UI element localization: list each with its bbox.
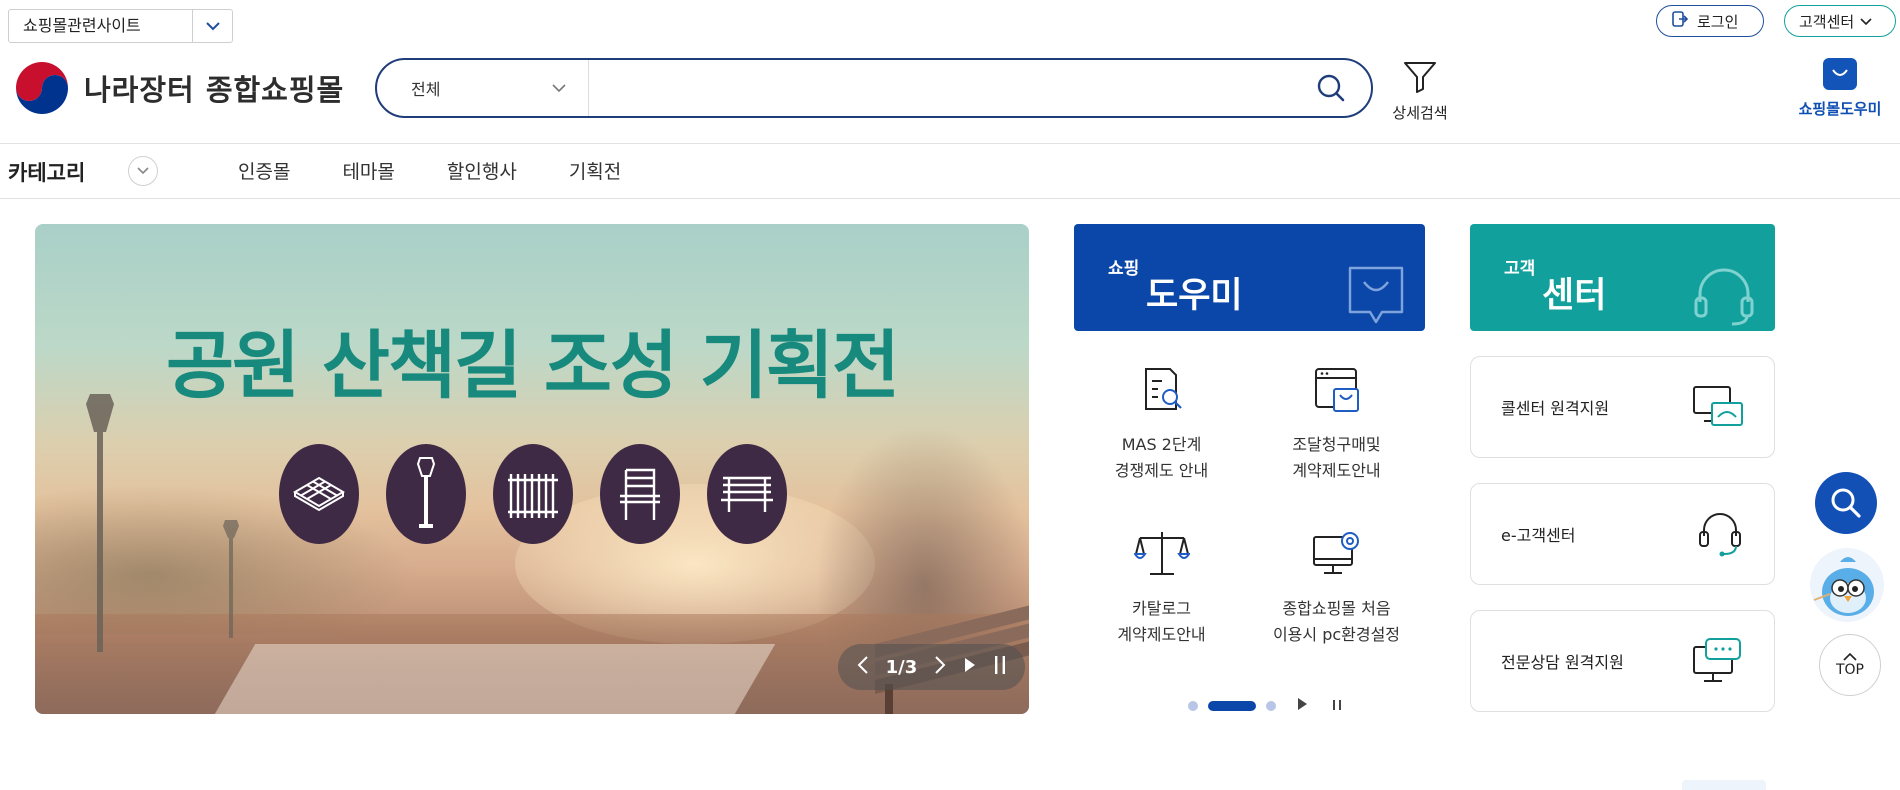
- helper-big-label: 도우미: [1146, 276, 1243, 316]
- nav-item-discount-event[interactable]: 할인행사: [447, 157, 517, 184]
- nav-item-exhibition[interactable]: 기획전: [569, 157, 621, 184]
- remote-monitor-icon: [1693, 386, 1743, 426]
- banner-pager: 1/3: [885, 656, 918, 678]
- hero-banner[interactable]: 공원 산책길 조성 기획전 1/3: [35, 224, 1029, 714]
- chevron-down-icon: [552, 83, 566, 92]
- helper-item-catalog[interactable]: 카탈로그 계약제도안내: [1074, 524, 1249, 648]
- chair-icon: [600, 444, 680, 544]
- helper-item-line1: 종합쇼핑몰 처음: [1282, 599, 1391, 618]
- detail-search-button[interactable]: 상세검색: [1388, 60, 1452, 123]
- customer-center-label: 고객센터: [1799, 12, 1855, 31]
- taegeuk-emblem-icon: [14, 60, 70, 116]
- login-button[interactable]: 로그인: [1656, 5, 1764, 37]
- pagination-dot[interactable]: [1188, 700, 1198, 711]
- shopping-bag-icon: [1823, 58, 1857, 90]
- paving-tile-icon: [279, 444, 359, 544]
- chevron-up-icon: [1843, 652, 1857, 661]
- shopping-bag-icon: [1348, 266, 1404, 324]
- cs-card-label: e-고객센터: [1501, 526, 1576, 545]
- browser-cart-icon: [1249, 360, 1424, 420]
- helper-item-line2: 이용시 pc환경설정: [1272, 625, 1401, 644]
- helper-item-line1: 카탈로그: [1132, 599, 1191, 618]
- nav-item-theme-mall[interactable]: 테마몰: [342, 157, 394, 184]
- helper-item-line2: 계약제도안내: [1292, 461, 1381, 480]
- nav-divider: [0, 198, 1900, 199]
- detail-search-label: 상세검색: [1392, 104, 1448, 122]
- chevron-left-icon[interactable]: [857, 655, 869, 680]
- banner-icon-row: [279, 444, 787, 544]
- helper-item-procurement[interactable]: 조달청구매및 계약제도안내: [1249, 360, 1424, 484]
- banner-controls: 1/3: [838, 644, 1025, 690]
- category-toggle[interactable]: [128, 156, 158, 186]
- cs-card-label: 전문상담 원격지원: [1501, 653, 1624, 672]
- callcenter-remote-card[interactable]: 콜센터 원격지원: [1470, 356, 1775, 458]
- pause-icon[interactable]: [1332, 696, 1342, 715]
- helper-item-pc-setup[interactable]: 종합쇼핑몰 처음 이용시 pc환경설정: [1249, 524, 1424, 648]
- helper-item-line2: 계약제도안내: [1117, 625, 1206, 644]
- site-logo[interactable]: 나라장터 종합쇼핑몰: [12, 58, 344, 118]
- scroll-to-top-button[interactable]: TOP: [1819, 634, 1881, 696]
- chevron-down-icon: [1860, 12, 1872, 30]
- cs-card-label: 콜센터 원격지원: [1501, 399, 1610, 418]
- search-bar: 전체: [375, 58, 1373, 118]
- play-icon[interactable]: [963, 656, 977, 679]
- monitor-gear-icon: [1249, 524, 1424, 584]
- bottom-tab-fragment: [1682, 780, 1766, 790]
- floating-search-button[interactable]: [1815, 472, 1877, 534]
- search-input[interactable]: [589, 60, 1291, 116]
- chat-monitor-icon: [1693, 638, 1741, 682]
- e-customer-center-card[interactable]: e-고객센터: [1470, 483, 1775, 585]
- helper-item-line1: 조달청구매및: [1292, 435, 1381, 454]
- helper-item-mas[interactable]: MAS 2단계 경쟁제도 안내: [1074, 360, 1249, 484]
- document-search-icon: [1074, 360, 1249, 420]
- helper-item-line2: 경쟁제도 안내: [1114, 461, 1209, 480]
- street-lamp-image: [86, 394, 114, 652]
- related-sites-select[interactable]: 쇼핑몰관련사이트: [8, 9, 233, 43]
- login-icon: [1671, 10, 1689, 32]
- scale-icon: [1074, 524, 1249, 584]
- chevron-right-icon[interactable]: [934, 655, 946, 680]
- customer-center-panel-header[interactable]: 고객 센터: [1470, 224, 1775, 331]
- street-lamp-image: [223, 520, 239, 638]
- shopping-helper-label: 쇼핑몰도우미: [1798, 100, 1882, 118]
- headset-icon: [1694, 268, 1754, 326]
- customer-center-button[interactable]: 고객센터: [1784, 5, 1896, 37]
- pagination-dot[interactable]: [1266, 700, 1276, 711]
- search-icon: [1831, 488, 1861, 518]
- street-lamp-icon: [386, 444, 466, 544]
- shopping-helper-button[interactable]: 쇼핑몰도우미: [1790, 58, 1890, 119]
- helper-pagination: [1188, 696, 1342, 715]
- park-bench-icon: [707, 444, 787, 544]
- related-sites-label: 쇼핑몰관련사이트: [23, 16, 141, 35]
- expert-consult-remote-card[interactable]: 전문상담 원격지원: [1470, 610, 1775, 712]
- search-scope-label: 전체: [411, 80, 441, 99]
- site-title: 나라장터 종합쇼핑몰: [84, 73, 345, 107]
- main-nav: 인증몰 테마몰 할인행사 기획전: [238, 157, 621, 184]
- shopping-helper-panel-header[interactable]: 쇼핑 도우미: [1074, 224, 1425, 331]
- shopping-helper-grid: MAS 2단계 경쟁제도 안내 조달청구매및 계약제도안내 카탈로그 계약제도안…: [1074, 360, 1425, 648]
- banner-headline: 공원 산책길 조성 기획전: [165, 323, 900, 409]
- play-icon[interactable]: [1296, 696, 1308, 715]
- chatbot-mascot-button[interactable]: [1810, 548, 1884, 622]
- mascot-bird-icon: [1813, 557, 1874, 616]
- banner-scenery: [214, 644, 776, 714]
- fence-icon: [493, 444, 573, 544]
- chevron-down-icon[interactable]: [192, 10, 232, 42]
- nav-divider: [0, 143, 1900, 144]
- headset-icon: [1699, 513, 1741, 557]
- pagination-dot-active[interactable]: [1208, 700, 1256, 711]
- helper-small-label: 쇼핑: [1108, 259, 1140, 279]
- category-label[interactable]: 카테고리: [8, 157, 85, 187]
- search-scope-select[interactable]: 전체: [377, 60, 589, 116]
- helper-item-line1: MAS 2단계: [1121, 435, 1202, 454]
- search-icon[interactable]: [1291, 73, 1371, 103]
- cs-big-label: 센터: [1542, 276, 1607, 316]
- filter-icon: [1404, 62, 1436, 93]
- nav-item-certified-mall[interactable]: 인증몰: [238, 157, 290, 184]
- chevron-down-icon: [137, 167, 149, 175]
- cs-small-label: 고객: [1504, 259, 1536, 279]
- pause-icon[interactable]: [994, 655, 1006, 680]
- top-label: TOP: [1835, 662, 1864, 678]
- login-label: 로그인: [1697, 12, 1739, 31]
